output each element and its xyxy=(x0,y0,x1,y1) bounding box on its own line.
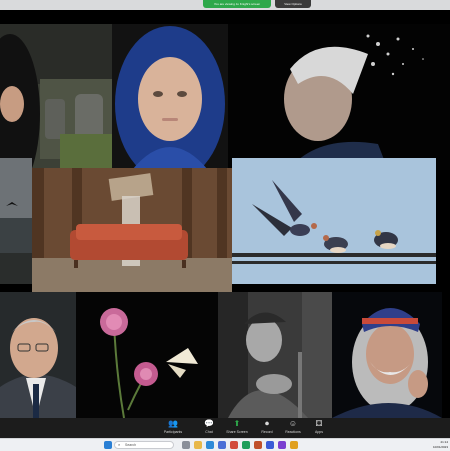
view-options-button[interactable]: View Options xyxy=(275,0,311,8)
photos-app-icon[interactable] xyxy=(290,441,298,449)
word-app-icon[interactable] xyxy=(266,441,274,449)
shared-screen-gallery xyxy=(0,10,450,418)
spreadsheet-app-icon[interactable] xyxy=(242,441,250,449)
search-icon: ⌕ xyxy=(118,442,121,447)
search-placeholder: Search xyxy=(125,443,137,447)
start-icon[interactable] xyxy=(104,441,112,449)
share-screen-icon: ⬆ xyxy=(233,419,241,428)
chat-label: Chat xyxy=(205,430,213,434)
photo-elderly-man-glasses[interactable] xyxy=(0,292,76,418)
zoom-app-icon[interactable] xyxy=(218,441,226,449)
photo-man-white-beard-beanie[interactable] xyxy=(332,292,442,418)
meeting-controls-bar: 👥 Participants 💬 Chat ⬆ Share Screen ⏺ R… xyxy=(0,418,450,438)
photo-old-man-cap-bw[interactable] xyxy=(218,292,332,418)
presentation-app-icon[interactable] xyxy=(254,441,262,449)
taskbar-search-input[interactable]: ⌕ Search xyxy=(114,441,174,449)
photo-woman-hood-graveyard[interactable] xyxy=(0,24,112,170)
apps-icon: ⚃ xyxy=(315,419,323,428)
teams-app-icon[interactable] xyxy=(278,441,286,449)
photo-sofa-waterfall-room[interactable] xyxy=(32,168,232,294)
participants-icon: 👥 xyxy=(168,419,178,428)
mail-app-icon[interactable] xyxy=(230,441,238,449)
photo-stormy-sea-seabird[interactable] xyxy=(0,158,32,284)
share-screen-label: Share Screen xyxy=(226,430,248,434)
share-screen-button[interactable]: ⬆ Share Screen xyxy=(222,418,252,438)
windows-taskbar: ⌕ Search 21:14 10/01/2023 xyxy=(0,438,450,451)
photo-girl-blue-headscarf[interactable] xyxy=(112,24,228,170)
apps-button[interactable]: ⚃ Apps xyxy=(304,418,334,438)
photo-pink-flowers-butterfly[interactable] xyxy=(76,292,218,418)
edge-browser-icon[interactable] xyxy=(206,441,214,449)
screen-share-notice: You are viewing Jo Knight's screen xyxy=(203,0,271,8)
participants-label: Participants xyxy=(163,430,183,434)
apps-label: Apps xyxy=(315,430,323,434)
photo-elderly-woman-dispersion[interactable] xyxy=(228,24,450,170)
task-view-icon[interactable] xyxy=(182,441,190,449)
clock-date: 10/01/2023 xyxy=(432,445,448,449)
file-explorer-icon[interactable] xyxy=(194,441,202,449)
chat-icon: 💬 xyxy=(204,419,214,428)
participants-button[interactable]: 👥 Participants xyxy=(158,418,188,438)
taskbar-clock[interactable]: 21:14 10/01/2023 xyxy=(428,440,448,450)
chat-button[interactable]: 💬 Chat xyxy=(194,418,224,438)
photo-swallows-on-wire[interactable] xyxy=(232,158,436,284)
